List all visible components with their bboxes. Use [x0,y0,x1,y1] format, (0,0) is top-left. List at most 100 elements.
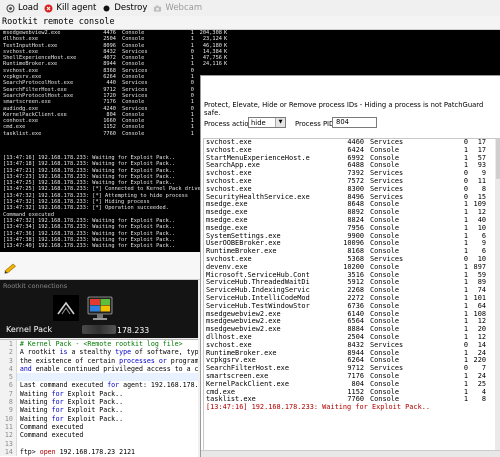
editor-line: 10 Waiting for Exploit Pack.. [0,414,198,423]
webcam-button[interactable]: Webcam [153,1,202,15]
line-number: 7 [0,389,17,399]
editor-line-text: Waiting for Exploit Pack.. [17,390,198,398]
process-list: svchost.exe 4460 Services 0 17 svchost.exe 642… [204,139,500,412]
line-number: 1 [0,340,17,349]
editor-line-text: Last command executed for agent: 192.168… [17,381,198,389]
kill-agent-button-label: Kill agent [56,3,97,13]
bullet-icon [102,4,111,13]
x-circle-icon [44,4,53,13]
editor-line: 6 Last command executed for agent: 192.16… [0,381,198,390]
editor-line-text: A rootkit is a stealthy type of software… [17,348,198,356]
code-token: A rootkit [19,348,60,357]
line-number: 10 [0,414,17,423]
process-list-console[interactable]: svchost.exe 4460 Services 0 17 svchost.exe 642… [203,138,500,453]
code-token: and [19,364,32,373]
log-line: [13:47:18] 192.168.178.233: Waiting for … [3,161,176,168]
code-token: or [158,356,167,365]
code-token: ftp> [19,447,40,456]
console-title: Rootkit remote console [0,16,500,30]
code-token: processes [119,356,155,365]
connections-title: Rootkit connections [3,282,68,290]
destroy-button-label: Destroy [114,3,148,13]
log-line: [13:47:25] 192.168.178.233: [*] Connecte… [3,186,204,193]
editor-line-text: Waiting for Exploit Pack.. [17,406,198,414]
editor-line: 14 ftp> open 192.168.178.23 2121 [0,447,198,457]
code-token: Waiting [19,389,52,398]
scrollbar[interactable] [495,139,500,452]
editor-line: 2A rootkit is a stealthy type of softwar… [0,348,198,357]
line-number: 4 [0,364,17,374]
process-pid-label: Process PID: [295,120,337,128]
webcam-button-label: Webcam [165,3,203,13]
line-number: 14 [0,447,17,457]
connection-ip: 178.233 [82,325,149,335]
console-log: [13:47:16] 192.168.178.233: Waiting for … [3,155,204,249]
process-action-description: Protect, Elevate, Hide or Remove process… [204,101,484,117]
pencil-icon [4,259,18,278]
line-number: 12 [0,431,17,440]
scrollbar-thumb[interactable] [496,139,500,179]
process-pid-input[interactable]: 804 [332,117,377,128]
process-session-number: 1 [190,130,194,137]
editor-line: 8 Waiting for Exploit Pack.. [0,398,198,407]
process-action-select[interactable]: hide ▼ [248,117,286,128]
code-token: program [166,356,198,365]
editor-line-text [17,440,198,448]
line-number: 13 [0,439,17,448]
line-number: 3 [0,356,17,365]
destroy-button[interactable]: Destroy [102,1,147,15]
toolbar: Load Kill agent Destroy Webcam [0,0,500,17]
code-token: of software, typ [131,348,198,357]
process-action-window: Protect, Elevate, Hide or Remove process… [200,75,500,457]
code-token: Waiting [19,406,52,415]
kill-agent-button[interactable]: Kill agent [44,1,96,15]
editor-line: 9 Waiting for Exploit Pack.. [0,406,198,415]
editor-line: 13 [0,439,198,448]
editor-line: 4 and enable continued privileged access … [0,364,198,374]
log-line: [13:47:36] 192.168.178.233: Waiting for … [3,230,176,237]
editor-line-text: # Kernel Pack - <Remote rootkit log file… [17,340,198,348]
circle-dot-icon [6,4,15,13]
editor-line-text: Waiting for Exploit Pack.. [17,415,198,423]
editor-line-text: Command executed [17,431,198,439]
process-log-line: [13:47:16] 192.168.178.233: Waiting for … [206,403,431,412]
line-number: 11 [0,422,17,432]
code-token: 192.168.178.23 2121 [55,447,136,456]
line-number: 5 [0,373,17,382]
editor-line-text: the existence of certain processes or pr… [17,357,198,365]
code-token: # Kernel Pack - <Remote rootkit log file… [19,340,183,348]
process-memory: 8 [481,395,486,404]
code-token: Exploit Pack.. [63,398,124,407]
editor-line-text: Command executed [17,423,198,431]
load-button-label: Load [18,3,39,13]
process-session-number: 1 [463,395,468,404]
editor-line-text [17,373,198,381]
editor-line: 1 # Kernel Pack - <Remote rootkit log fil… [0,340,198,349]
code-token: for [51,389,64,398]
log-line: [13:47:40] 192.168.178.233: Waiting for … [3,243,176,250]
connector-icon [53,295,79,321]
line-number: 6 [0,381,17,390]
editor-line: 5 [0,373,198,382]
chevron-down-icon[interactable]: ▼ [275,118,285,127]
code-token: Waiting [19,398,52,407]
editor-line: 3 the existence of certain processes or p… [0,356,198,365]
editor-line-text: Waiting for Exploit Pack.. [17,398,198,406]
code-token: agent: 192.168.178. [119,381,198,390]
editor-line-text: and enable continued privileged access t… [17,365,198,373]
rootkit-connections-panel: Rootkit connections Kernel Pack 178.233 [0,280,198,338]
editor-line-text: ftp> open 192.168.178.23 2121 [17,448,198,456]
code-token: the existence of certain [19,356,120,365]
load-button[interactable]: Load [6,1,38,15]
code-token: Exploit Pack.. [63,406,124,415]
log-editor[interactable]: 1 # Kernel Pack - <Remote rootkit log fil… [0,339,198,457]
editor-line: 7 Waiting for Exploit Pack.. [0,389,198,399]
connection-label: Kernel Pack [6,325,53,334]
line-number: 8 [0,398,17,407]
connection-ip-suffix: 178.233 [117,326,150,335]
code-token: for [107,381,120,390]
code-token: for [51,406,64,415]
process-action-value: hide [251,119,266,127]
computer-icon[interactable] [86,294,114,322]
editor-line: 11 Command executed [0,422,198,432]
